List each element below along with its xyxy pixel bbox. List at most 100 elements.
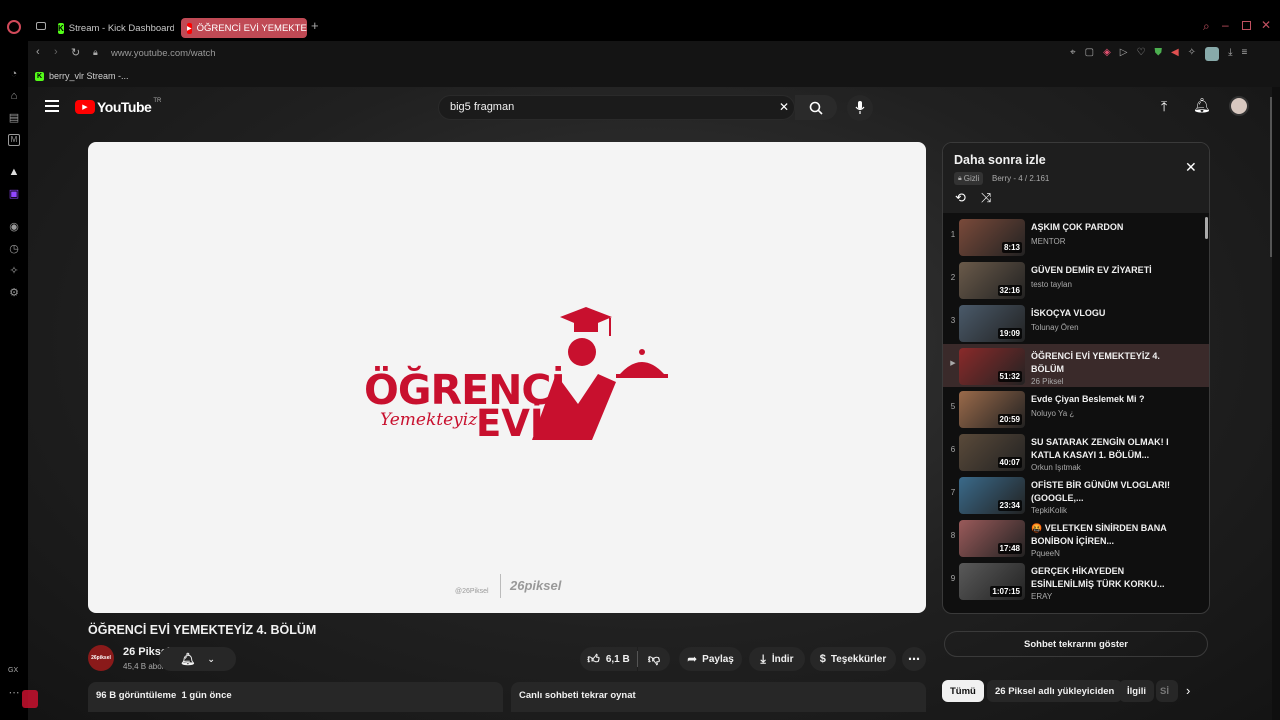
channel-avatar[interactable]: 26piksel bbox=[88, 645, 114, 671]
youtube-logo[interactable]: ▶ YouTube TR bbox=[75, 98, 161, 115]
search-query-text: big5 fragman bbox=[450, 101, 515, 113]
chips-next-arrow-icon[interactable]: › bbox=[1186, 683, 1190, 698]
show-chat-replay-label: Sohbet tekrarını göster bbox=[1024, 638, 1128, 650]
playlist-item[interactable]: 5 20:59 Evde Çiyan Beslemek Mi ? Noluyo … bbox=[943, 387, 1209, 430]
reload-icon[interactable]: ↻ bbox=[71, 46, 80, 59]
url-field[interactable]: www.youtube.com/watch bbox=[111, 48, 216, 59]
item-thumbnail: 51:32 bbox=[959, 348, 1025, 385]
more-actions-button[interactable]: ⋯ bbox=[902, 647, 926, 671]
video-player[interactable]: ÖĞRENCİ Yemekteyiz EVİ @26Piksel 26pikse… bbox=[88, 142, 926, 613]
menu-icon[interactable]: ≡ bbox=[1241, 47, 1247, 61]
twitch-icon[interactable]: ▣ bbox=[8, 188, 20, 200]
bookmark-item[interactable]: K berry_vlr Stream -... bbox=[35, 71, 129, 81]
video-title: ÖĞRENCİ EVİ YEMEKTEYİZ 4. BÖLÜM bbox=[88, 623, 317, 637]
shuffle-icon[interactable]: ⤨ bbox=[981, 190, 991, 206]
workspace-icon[interactable] bbox=[36, 22, 46, 30]
item-title: AŞKIM ÇOK PARDON bbox=[1031, 222, 1124, 232]
show-chat-replay-button[interactable]: Sohbet tekrarını göster bbox=[944, 631, 1208, 657]
forward-icon[interactable]: › bbox=[54, 46, 58, 58]
share-button[interactable]: ➦ Paylaş bbox=[679, 647, 742, 671]
player-icon[interactable]: ◉ bbox=[8, 221, 20, 233]
playlist-item[interactable]: 7 23:34 OFİSTE BİR GÜNÜM VLOGLARI! (GOOG… bbox=[943, 473, 1209, 516]
like-button[interactable]: 👍︎ 6,1 B bbox=[580, 647, 637, 671]
download-button[interactable]: ⤓ İndir bbox=[749, 647, 805, 671]
search-icon bbox=[809, 101, 823, 115]
thanks-button[interactable]: $ Teşekkürler bbox=[810, 647, 896, 671]
item-title: SU SATARAK ZENGİN OLMAK! I KATLA KASAYI … bbox=[1031, 437, 1169, 460]
chip-from-uploader[interactable]: 26 Piksel adlı yükleyiciden bbox=[987, 680, 1123, 702]
pocket-icon[interactable]: ◈ bbox=[1103, 47, 1111, 61]
search-tabs-icon[interactable]: ⌕ bbox=[1203, 19, 1210, 34]
hamburger-menu-icon[interactable] bbox=[45, 100, 59, 112]
gx-corner-icon[interactable]: ▤ bbox=[8, 112, 20, 124]
search-input[interactable]: big5 fragman ✕ bbox=[438, 95, 795, 120]
description-box[interactable]: 96 B görüntüleme 1 gün önce bbox=[88, 682, 503, 712]
upload-icon[interactable]: ⤒ bbox=[1161, 98, 1167, 115]
profile-avatar-icon[interactable] bbox=[1205, 47, 1220, 61]
loop-icon[interactable]: ⟲ bbox=[955, 190, 966, 206]
close-playlist-icon[interactable]: ✕ bbox=[1185, 159, 1197, 176]
history-icon[interactable]: ◷ bbox=[8, 243, 20, 255]
overlay-logo-icon bbox=[22, 690, 38, 708]
settings-gear-icon[interactable]: ⚙ bbox=[8, 287, 20, 299]
notifications-bell-icon[interactable]: 🔔︎ bbox=[1193, 97, 1211, 114]
sound-icon[interactable]: ◀ bbox=[1171, 47, 1179, 61]
chip-all[interactable]: Tümü bbox=[942, 680, 984, 702]
playlist-item[interactable]: 9 1:07:15 GERÇEK HİKAYEDEN ESİNLENİLMİŞ … bbox=[943, 559, 1209, 602]
item-title: GERÇEK HİKAYEDEN ESİNLENİLMİŞ TÜRK KORKU… bbox=[1031, 566, 1165, 589]
voice-search-button[interactable] bbox=[847, 95, 873, 121]
lock-icon: 🔒︎ bbox=[93, 47, 98, 57]
chip-related[interactable]: İlgili bbox=[1119, 680, 1154, 702]
extensions-icon[interactable]: ✧ bbox=[8, 265, 20, 277]
clear-search-icon[interactable]: ✕ bbox=[779, 100, 789, 114]
playlist-item[interactable]: 6 40:07 SU SATARAK ZENGİN OLMAK! I KATLA… bbox=[943, 430, 1209, 473]
playlist-title[interactable]: Daha sonra izle bbox=[954, 153, 1046, 167]
heart-icon[interactable]: ♡ bbox=[1137, 47, 1146, 61]
aria-icon[interactable]: ▲ bbox=[8, 166, 20, 178]
privacy-label: Gizli bbox=[963, 174, 980, 183]
item-duration: 8:13 bbox=[1001, 242, 1022, 253]
playlist-item[interactable]: 2 32:16 GÜVEN DEMİR EV ZİYARETİ testo ta… bbox=[943, 258, 1209, 301]
bell-icon: 🔔︎ bbox=[180, 652, 196, 666]
playlist-item[interactable]: 1 8:13 AŞKIM ÇOK PARDON MENTOR bbox=[943, 215, 1209, 258]
close-window-icon[interactable]: ✕ bbox=[1261, 18, 1271, 32]
page-scrollbar[interactable] bbox=[1270, 97, 1272, 257]
item-channel: 26 Piksel bbox=[1031, 377, 1064, 386]
puzzle-icon[interactable]: ✧ bbox=[1188, 47, 1196, 61]
back-icon[interactable]: ‹ bbox=[36, 46, 40, 58]
download-icon[interactable]: ⤓ bbox=[1228, 47, 1232, 61]
camera-icon[interactable]: ⌖ bbox=[1070, 47, 1076, 61]
chip-more[interactable]: Sİ bbox=[1156, 680, 1178, 702]
item-channel: PqueeN bbox=[1031, 549, 1060, 558]
playlist-item-current[interactable]: ▶ 51:32 ÖĞRENCİ EVİ YEMEKTEYİZ 4. BÖLÜM … bbox=[943, 344, 1209, 387]
item-duration: 19:09 bbox=[997, 328, 1022, 339]
item-thumbnail: 8:13 bbox=[959, 219, 1025, 256]
youtube-logo-text: YouTube bbox=[97, 99, 152, 115]
gx-control-icon[interactable]: ⌂ bbox=[8, 90, 20, 102]
subscription-bell-button[interactable]: 🔔︎ ⌄ bbox=[159, 647, 236, 671]
minimize-icon[interactable]: – bbox=[1222, 18, 1229, 32]
tab-youtube-video[interactable]: ▶ ÖĞRENCİ EVİ YEMEKTEYİ bbox=[181, 18, 307, 38]
dislike-button[interactable]: 👎︎ bbox=[638, 647, 670, 671]
maximize-icon[interactable] bbox=[1242, 21, 1251, 30]
playlist-item[interactable]: 3 19:09 İSKOÇYA VLOGU Tolunay Ören bbox=[943, 301, 1209, 344]
snapshot-icon[interactable]: ▢ bbox=[1085, 47, 1094, 61]
item-thumbnail: 19:09 bbox=[959, 305, 1025, 342]
more-dots-icon[interactable]: ⋯ bbox=[8, 687, 20, 699]
item-channel: Noluyo Ya ¿ bbox=[1031, 409, 1075, 418]
playlist-item[interactable]: 8 17:48 🤬 VELETKEN SİNİRDEN BANA BONİBON… bbox=[943, 516, 1209, 559]
search-button[interactable] bbox=[795, 95, 837, 120]
speed-dial-icon[interactable]: ◔ bbox=[8, 68, 20, 80]
messenger-icon[interactable]: M bbox=[8, 134, 20, 146]
opera-gx-logo-icon[interactable] bbox=[7, 20, 21, 34]
address-bar-actions: ⌖ ▢ ◈ ▷ ♡ ⛊ ◀ ✧ ⤓ ≡ bbox=[1070, 47, 1247, 61]
item-duration: 32:16 bbox=[997, 285, 1022, 296]
new-tab-plus-icon[interactable]: + bbox=[311, 18, 319, 33]
kick-icon: K bbox=[35, 71, 44, 81]
adblock-shield-icon[interactable]: ⛊ bbox=[1154, 47, 1162, 61]
tab-label: ÖĞRENCİ EVİ YEMEKTEYİ bbox=[196, 22, 307, 34]
account-avatar[interactable] bbox=[1229, 96, 1249, 116]
tab-kick-dashboard[interactable]: K Stream - Kick Dashboard bbox=[52, 18, 174, 38]
chat-replay-bar[interactable]: Canlı sohbeti tekrar oynat bbox=[511, 682, 926, 712]
send-icon[interactable]: ▷ bbox=[1120, 47, 1128, 61]
